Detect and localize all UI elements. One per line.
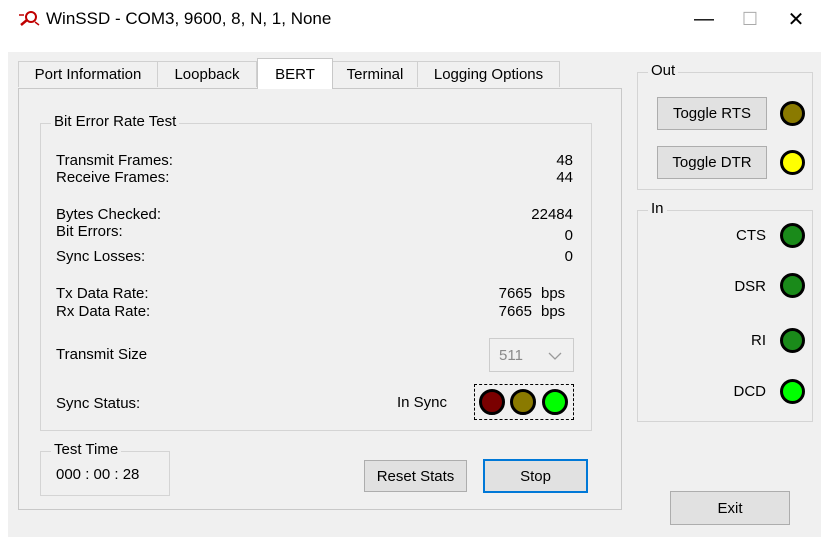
dsr-label: DSR [734,278,766,295]
reset-stats-button[interactable]: Reset Stats [364,460,467,492]
stop-button[interactable]: Stop [483,459,588,493]
ri-label: RI [751,332,766,349]
tab-port-information[interactable]: Port Information [18,61,158,87]
sync-red-led [479,389,505,415]
exit-button[interactable]: Exit [670,491,790,525]
window-title: WinSSD - COM3, 9600, 8, N, 1, None [46,9,332,28]
maximize-button[interactable]: ☐ [727,0,773,38]
receive-frames-value: 44 [556,169,573,186]
rx-data-rate-label: Rx Data Rate: [56,303,151,320]
dtr-led [780,150,805,175]
tab-bert[interactable]: BERT [257,58,333,89]
bit-errors-label: Bit Errors: [56,223,123,240]
out-group-label: Out [648,62,679,79]
tab-loopback[interactable]: Loopback [157,61,257,87]
sync-yellow-led [510,389,536,415]
tx-data-rate-value: 7665 [498,285,532,302]
sync-losses-label: Sync Losses: [56,248,146,265]
rx-data-rate-value: 7665 [498,303,532,320]
sync-green-led [542,389,568,415]
cts-label: CTS [736,227,766,244]
receive-frames-label: Receive Frames: [56,169,170,186]
sync-losses-value: 0 [564,248,573,265]
bit-errors-value: 0 [564,227,573,244]
cts-led [780,223,805,248]
rx-data-rate-unit: bps [541,303,566,320]
tab-terminal[interactable]: Terminal [332,61,418,87]
tx-data-rate-unit: bps [541,285,566,302]
bytes-checked-label: Bytes Checked: [56,206,162,223]
transmit-frames-label: Transmit Frames: [56,152,173,169]
transmit-size-label: Transmit Size [56,346,148,363]
test-time-value: 000 : 00 : 28 [56,466,140,483]
toggle-rts-button[interactable]: Toggle RTS [657,97,767,130]
transmit-size-value: 511 [499,347,523,364]
minimize-button[interactable]: — [681,0,727,38]
transmit-frames-value: 48 [556,152,573,169]
chevron-down-icon [548,352,562,360]
close-button[interactable]: ✕ [773,0,819,38]
tx-data-rate-label: Tx Data Rate: [56,285,149,302]
dsr-led [780,273,805,298]
ri-led [780,328,805,353]
bytes-checked-value: 22484 [531,206,573,223]
toggle-dtr-button[interactable]: Toggle DTR [657,146,767,179]
test-time-label: Test Time [51,441,122,458]
rts-led [780,101,805,126]
tab-logging-options[interactable]: Logging Options [417,61,560,87]
bert-group-label: Bit Error Rate Test [51,113,180,130]
app-icon [19,11,40,26]
sync-status-label: Sync Status: [56,395,141,412]
dcd-led [780,379,805,404]
transmit-size-select[interactable]: 511 [489,338,574,372]
dcd-label: DCD [733,383,767,400]
sync-status-value: In Sync [397,394,448,411]
in-group-label: In [648,200,667,217]
